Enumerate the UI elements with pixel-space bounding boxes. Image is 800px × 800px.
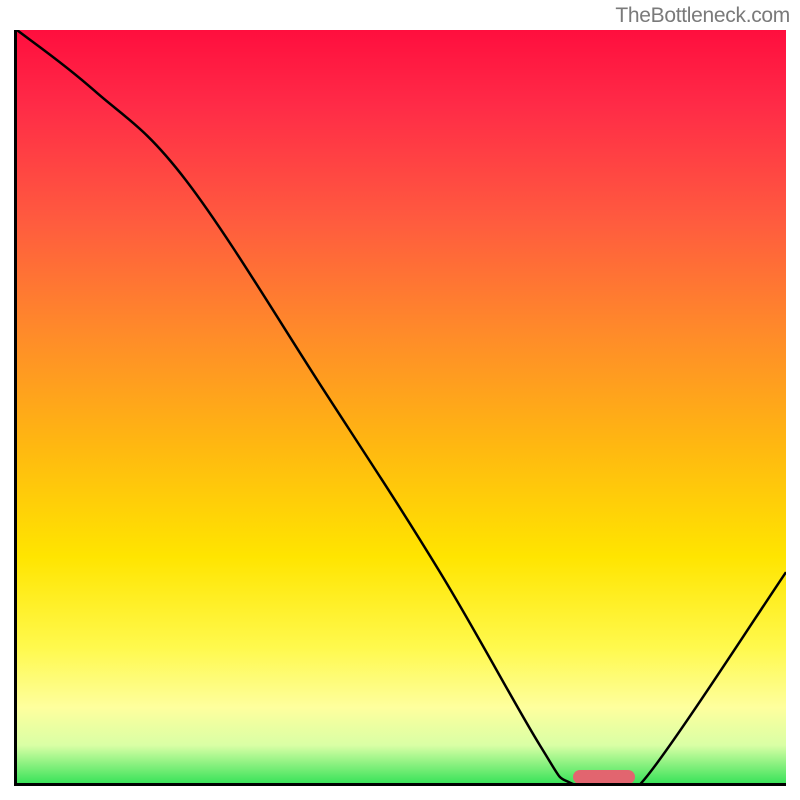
bottleneck-chart: TheBottleneck.com	[0, 0, 800, 800]
plot-area	[14, 30, 786, 786]
watermark-text: TheBottleneck.com	[615, 4, 790, 28]
optimal-marker	[573, 770, 635, 784]
curve-line	[17, 30, 786, 783]
